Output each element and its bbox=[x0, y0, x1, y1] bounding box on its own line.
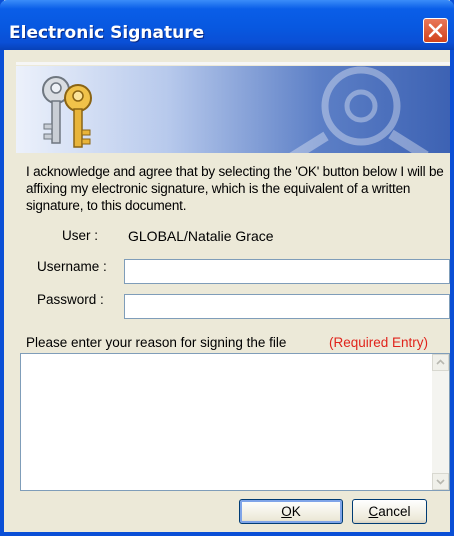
required-entry-label: (Required Entry) bbox=[329, 335, 429, 350]
acknowledgement-text: I acknowledge and agree that by selectin… bbox=[26, 164, 444, 213]
banner-watermark-graphic bbox=[289, 66, 429, 153]
ok-button[interactable]: OK bbox=[239, 499, 343, 524]
title-bar[interactable]: Electronic Signature bbox=[0, 0, 454, 50]
scroll-up-button[interactable] bbox=[432, 354, 449, 371]
reason-scrollbar[interactable] bbox=[432, 354, 449, 490]
keys-icon bbox=[42, 76, 92, 148]
close-button[interactable] bbox=[423, 18, 448, 43]
user-name: Natalie Grace bbox=[187, 228, 274, 244]
password-label: Password : bbox=[37, 292, 104, 307]
dialog-title: Electronic Signature bbox=[9, 23, 205, 43]
user-label: User : bbox=[62, 228, 99, 243]
password-field[interactable] bbox=[124, 294, 450, 319]
banner bbox=[16, 66, 450, 153]
chevron-up-icon bbox=[436, 359, 445, 365]
cancel-button[interactable]: Cancel bbox=[352, 499, 427, 524]
user-domain: GLOBAL/ bbox=[128, 228, 188, 244]
reason-label: Please enter your reason for signing the… bbox=[26, 335, 287, 350]
scroll-down-button[interactable] bbox=[432, 473, 449, 490]
banner-top-line bbox=[16, 62, 450, 65]
close-icon bbox=[428, 23, 443, 38]
user-value: GLOBAL/Natalie Grace bbox=[128, 228, 274, 244]
reason-textarea[interactable] bbox=[20, 353, 450, 491]
electronic-signature-dialog: Electronic Signature I acknowledge and a… bbox=[0, 0, 454, 536]
username-field[interactable] bbox=[124, 259, 450, 284]
username-label: Username : bbox=[37, 259, 107, 274]
chevron-down-icon bbox=[436, 479, 445, 485]
